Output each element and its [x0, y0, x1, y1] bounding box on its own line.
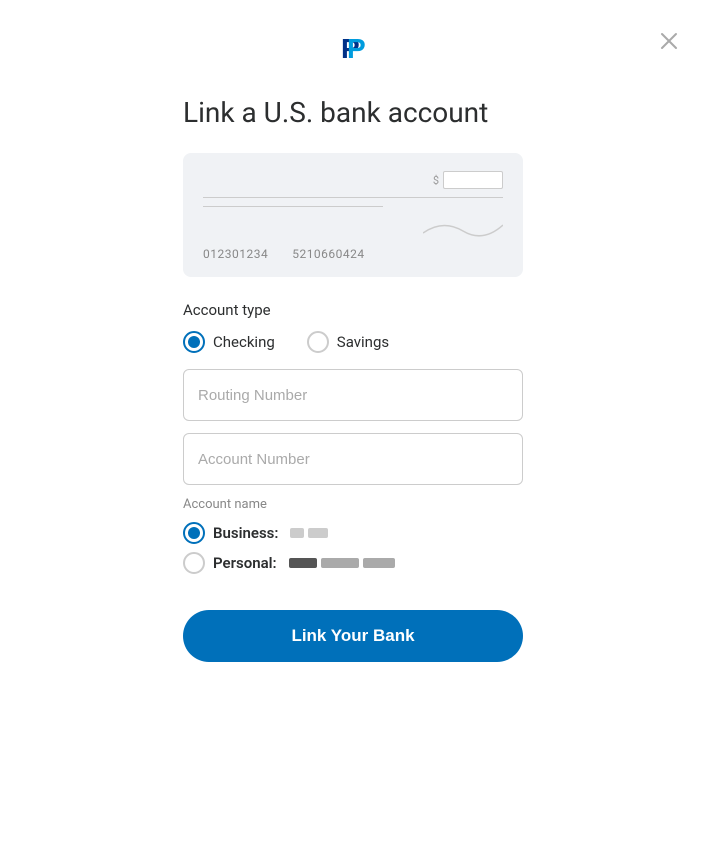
check-signature-area	[203, 215, 503, 239]
business-name-blocks	[290, 528, 328, 538]
personal-name-row: Personal:	[183, 552, 523, 574]
checking-radio[interactable]	[183, 331, 205, 353]
modal-container: P P Link a U.S. bank account $	[0, 0, 706, 852]
dollar-sign: $	[433, 174, 439, 187]
check-line-1	[203, 197, 503, 198]
check-numbers-row: 012301234 5210660424	[203, 247, 503, 261]
savings-radio[interactable]	[307, 331, 329, 353]
account-name-section: Account name Business: Personal:	[183, 497, 523, 582]
account-type-section: Account type Checking Savings	[183, 301, 523, 353]
check-illustration: $ 012301234 5210660424	[183, 153, 523, 277]
link-bank-button[interactable]: Link Your Bank	[183, 610, 523, 662]
personal-radio[interactable]	[183, 552, 205, 574]
account-name-label: Account name	[183, 497, 523, 512]
business-label: Business:	[213, 524, 278, 542]
personal-label: Personal:	[213, 554, 277, 572]
savings-label: Savings	[337, 333, 389, 351]
routing-number-input[interactable]	[183, 369, 523, 421]
account-display: 5210660424	[292, 247, 364, 261]
savings-option[interactable]: Savings	[307, 331, 389, 353]
routing-display: 012301234	[203, 247, 268, 261]
checking-label: Checking	[213, 333, 275, 351]
business-radio[interactable]	[183, 522, 205, 544]
svg-text:P: P	[347, 33, 366, 64]
personal-name-blocks	[289, 558, 395, 568]
close-button[interactable]	[656, 28, 682, 58]
check-amount-box	[443, 171, 503, 189]
page-title: Link a U.S. bank account	[183, 96, 523, 129]
block-1	[290, 528, 304, 538]
block-3	[289, 558, 317, 568]
account-type-label: Account type	[183, 301, 523, 319]
account-number-input[interactable]	[183, 433, 523, 485]
check-line-2	[203, 206, 383, 207]
modal-header: P P	[0, 0, 706, 84]
block-2	[308, 528, 328, 538]
account-type-radio-group: Checking Savings	[183, 331, 523, 353]
paypal-logo: P P	[333, 28, 373, 68]
business-name-row: Business:	[183, 522, 523, 544]
block-5	[363, 558, 395, 568]
checking-option[interactable]: Checking	[183, 331, 275, 353]
block-4	[321, 558, 359, 568]
